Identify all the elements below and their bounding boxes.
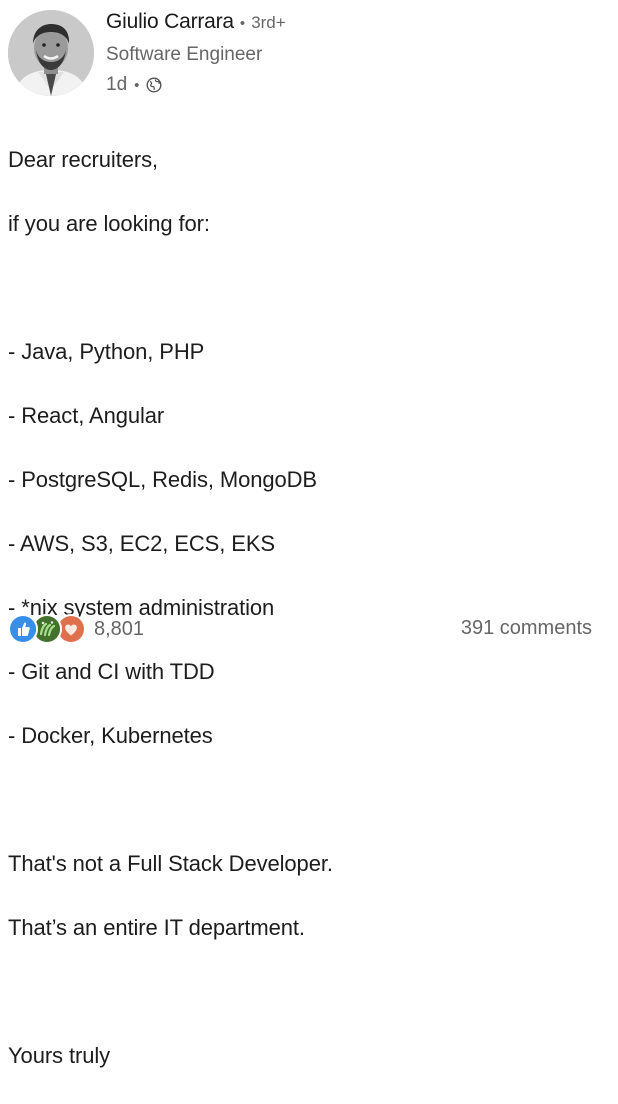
post-line xyxy=(8,784,608,816)
author-name[interactable]: Giulio Carrara xyxy=(106,10,234,34)
post-line: Dear recruiters, xyxy=(8,147,158,172)
post-line: That's not a Full Stack Developer. xyxy=(8,851,333,876)
post-time: 1d xyxy=(106,74,128,95)
like-icon xyxy=(8,614,38,644)
comments-count[interactable]: 391 comments xyxy=(461,617,592,640)
meta-separator: • xyxy=(134,76,140,94)
reactions-summary[interactable]: 8,801 xyxy=(8,614,144,644)
feed-post: Giulio Carrara • 3rd+ Software Engineer … xyxy=(0,0,618,1068)
connection-degree: 3rd+ xyxy=(251,13,286,32)
reaction-count: 8,801 xyxy=(94,617,145,640)
post-line: - Git and CI with TDD xyxy=(8,659,215,684)
post-meta: 1d • xyxy=(106,72,286,98)
post-line: - Java, Python, PHP xyxy=(8,339,205,364)
name-separator: • xyxy=(239,15,246,32)
post-line: Yours truly xyxy=(8,1043,111,1068)
post-line: That’s an entire IT department. xyxy=(8,915,305,940)
globe-icon xyxy=(146,77,162,93)
social-counts: 8,801 391 comments xyxy=(8,612,592,648)
post-body: Dear recruiters, if you are looking for:… xyxy=(8,112,608,1104)
post-line xyxy=(8,272,608,304)
author-headline: Software Engineer xyxy=(106,44,263,65)
post-line: - Docker, Kubernetes xyxy=(8,723,213,748)
author-info: Giulio Carrara • 3rd+ Software Engineer … xyxy=(106,10,286,98)
post-line xyxy=(8,976,608,1008)
post-line: - PostgreSQL, Redis, MongoDB xyxy=(8,467,318,492)
post-header: Giulio Carrara • 3rd+ Software Engineer … xyxy=(8,8,608,98)
post-line: - AWS, S3, EC2, ECS, EKS xyxy=(8,531,275,556)
post-line: if you are looking for: xyxy=(8,211,210,236)
post-line: - React, Angular xyxy=(8,403,165,428)
author-avatar[interactable] xyxy=(8,10,94,96)
author-name-line: Giulio Carrara • 3rd+ xyxy=(106,10,286,38)
